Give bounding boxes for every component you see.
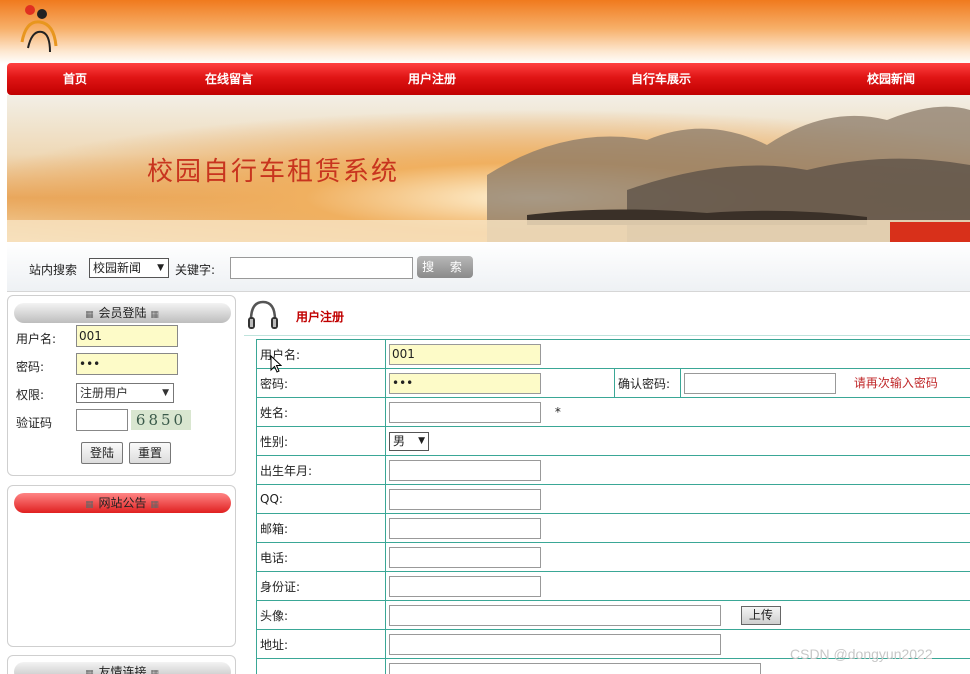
search-button[interactable]: 搜 索 <box>417 256 473 278</box>
nav-item-news[interactable]: 校园新闻 <box>831 63 951 95</box>
mouse-cursor-icon <box>270 355 282 373</box>
reg-username-input[interactable]: 001 <box>389 343 541 365</box>
search-category-value: 校园新闻 <box>93 261 142 275</box>
captcha-input[interactable] <box>76 409 128 431</box>
chevron-down-icon: ▼ <box>162 388 169 398</box>
captcha-label: 验证码 <box>16 416 53 430</box>
login-panel-header: ▦ 会员登陆 ▦ <box>14 303 231 323</box>
nav-item-bikes[interactable]: 自行车展示 <box>601 63 721 95</box>
grid-icon: ▦ <box>85 500 95 510</box>
confirm-password-label: 确认密码: <box>614 368 681 398</box>
form-row-qq: QQ: <box>256 484 970 514</box>
search-category-select[interactable]: 校园新闻 ▼ <box>89 258 169 278</box>
form-row-phone: 电话: <box>256 542 970 572</box>
extra-row-label <box>256 658 386 674</box>
birth-row-label: 出生年月: <box>256 455 386 485</box>
keyword-label: 关键字: <box>175 263 216 277</box>
avatar-row-label: 头像: <box>256 600 386 630</box>
email-input[interactable] <box>389 517 541 539</box>
grid-icon: ▦ <box>150 669 160 674</box>
watermark: CSDN @dongyun2022 <box>790 646 933 662</box>
chevron-down-icon: ▼ <box>157 263 164 273</box>
login-button[interactable]: 登陆 <box>81 442 123 464</box>
logo-icon <box>20 5 58 53</box>
site-search-label: 站内搜索 <box>29 263 78 277</box>
notice-panel: ▦ 网站公告 ▦ <box>7 485 236 647</box>
search-bar: 站内搜索 校园新闻 ▼ 关键字: 搜 索 <box>7 242 970 292</box>
main-nav: 首页 在线留言 用户注册 自行车展示 校园新闻 <box>7 63 970 95</box>
form-row-birth: 出生年月: <box>256 455 970 485</box>
nav-item-register[interactable]: 用户注册 <box>372 63 492 95</box>
idcard-input[interactable] <box>389 575 541 597</box>
phone-row-label: 电话: <box>256 542 386 572</box>
links-panel-title: 友情连接 <box>98 665 147 674</box>
role-select[interactable]: 注册用户 ▼ <box>76 383 174 403</box>
links-panel: ▦ 友情连接 ▦ <box>7 655 236 674</box>
gender-row-label: 性别: <box>256 426 386 456</box>
form-row-idcard: 身份证: <box>256 571 970 601</box>
role-select-value: 注册用户 <box>80 386 129 400</box>
phone-input[interactable] <box>389 546 541 568</box>
reg-password-input[interactable]: ••• <box>389 372 541 394</box>
birth-input[interactable] <box>389 459 541 481</box>
chevron-down-icon: ▼ <box>418 435 425 446</box>
form-row-password: 密码: ••• 确认密码: 请再次输入密码 <box>256 368 970 398</box>
grid-icon: ▦ <box>150 500 160 510</box>
banner-title: 校园自行车租赁系统 <box>147 157 400 187</box>
headphone-icon <box>248 300 278 329</box>
banner: 校园自行车租赁系统 <box>7 95 970 242</box>
reset-button[interactable]: 重置 <box>129 442 171 464</box>
notice-panel-title: 网站公告 <box>98 496 147 510</box>
keyword-input[interactable] <box>230 257 413 279</box>
role-label: 权限: <box>16 388 45 402</box>
address-row-label: 地址: <box>256 629 386 659</box>
captcha-image[interactable]: 6850 <box>131 410 191 430</box>
content-header: 用户注册 <box>244 296 970 336</box>
login-username-input[interactable]: 001 <box>76 325 178 347</box>
links-panel-header: ▦ 友情连接 ▦ <box>14 662 231 674</box>
confirm-password-input[interactable] <box>684 372 836 394</box>
login-panel: ▦ 会员登陆 ▦ 用户名: 001 密码: ••• 权限: 注册用户 ▼ 验证码… <box>7 295 236 476</box>
form-row-username: 用户名: 001 <box>256 339 970 369</box>
qq-row-label: QQ: <box>256 484 386 514</box>
nav-item-message[interactable]: 在线留言 <box>169 63 289 95</box>
login-password-input[interactable]: ••• <box>76 353 178 375</box>
form-row-name: 姓名: * <box>256 397 970 427</box>
password-label: 密码: <box>16 360 45 374</box>
required-mark: * <box>554 404 561 419</box>
gender-select[interactable]: 男 ▼ <box>389 431 429 451</box>
register-form: 用户名: 001 密码: ••• 确认密码: 请再次输入密码 姓名: * 性别:… <box>256 339 970 674</box>
form-row-avatar: 头像: 上传 <box>256 600 970 630</box>
grid-icon: ▦ <box>150 310 160 320</box>
notice-panel-header: ▦ 网站公告 ▦ <box>14 493 231 513</box>
upload-button[interactable]: 上传 <box>740 605 781 625</box>
login-panel-title: 会员登陆 <box>98 306 147 320</box>
page-title: 用户注册 <box>296 310 345 324</box>
username-label: 用户名: <box>16 332 57 346</box>
nav-item-home[interactable]: 首页 <box>15 63 135 95</box>
qq-input[interactable] <box>389 488 541 510</box>
top-header-bar <box>0 0 970 64</box>
gender-select-value: 男 <box>393 433 406 448</box>
form-row-gender: 性别: 男 ▼ <box>256 426 970 456</box>
name-row-label: 姓名: <box>256 397 386 427</box>
idcard-row-label: 身份证: <box>256 571 386 601</box>
email-row-label: 邮箱: <box>256 513 386 543</box>
form-row-email: 邮箱: <box>256 513 970 543</box>
extra-textarea[interactable] <box>389 662 761 674</box>
grid-icon: ▦ <box>85 669 95 674</box>
grid-icon: ▦ <box>85 310 95 320</box>
name-input[interactable] <box>389 401 541 423</box>
address-input[interactable] <box>389 633 721 655</box>
avatar-path-input[interactable] <box>389 604 721 626</box>
confirm-password-hint: 请再次输入密码 <box>853 375 938 390</box>
